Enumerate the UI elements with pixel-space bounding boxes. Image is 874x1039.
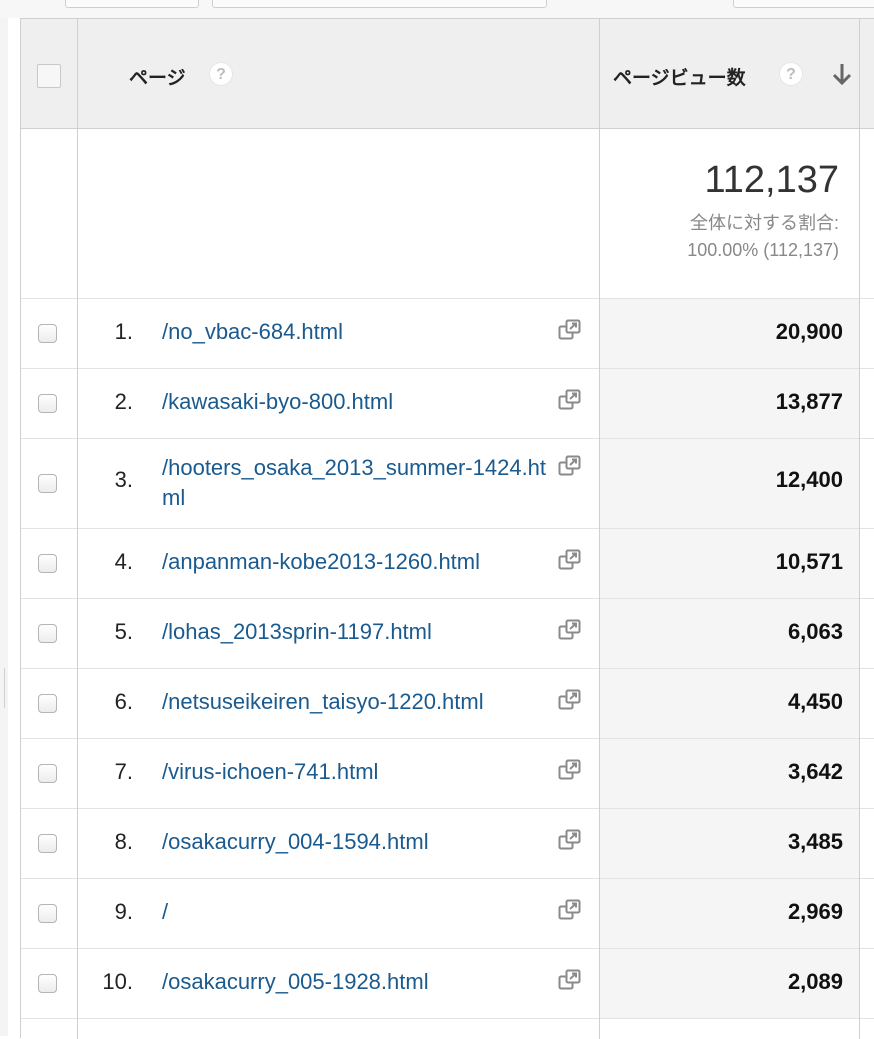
table-row: 9. / 2,969 (21, 879, 874, 949)
open-in-new-window-icon[interactable] (558, 759, 582, 781)
row-rank: 9. (114, 899, 133, 924)
open-in-new-window-icon[interactable] (558, 899, 582, 921)
table-header: ページ ? ページビュー数 ? (21, 19, 874, 129)
toolbar-button[interactable] (212, 0, 547, 8)
table-row: 3. /hooters_osaka_2013_summer-1424.html 12… (21, 439, 874, 529)
pageviews-value: 6,063 (787, 619, 843, 644)
pageviews-value: 20,900 (775, 319, 843, 344)
row-checkbox[interactable] (38, 834, 57, 853)
table-row: 2. /kawasaki-byo-800.html 13,877 (21, 369, 874, 439)
open-in-new-window-icon[interactable] (558, 319, 582, 341)
column-header-page[interactable]: ページ (129, 63, 186, 90)
pageviews-value: 3,642 (787, 759, 843, 784)
column-header-pageviews[interactable]: ページビュー数 (613, 63, 746, 90)
share-value: 100.00% (112,137) (687, 240, 839, 260)
page-link[interactable]: /anpanman-kobe2013-1260.html (162, 547, 552, 577)
toolbar-button[interactable] (733, 0, 874, 8)
share-label: 全体に対する割合: (689, 213, 839, 233)
row-rank: 3. (114, 467, 133, 492)
table-row: 4. /anpanman-kobe2013-1260.html 10,571 (21, 529, 874, 599)
row-checkbox[interactable] (38, 624, 57, 643)
open-in-new-window-icon[interactable] (558, 969, 582, 991)
row-checkbox[interactable] (38, 324, 57, 343)
page-link[interactable]: /lohas_2013sprin-1197.html (162, 617, 552, 647)
row-checkbox[interactable] (38, 554, 57, 573)
row-rank: 10. (102, 969, 133, 994)
help-circle-icon[interactable]: ? (209, 62, 233, 86)
table-row: 8. /osakacurry_004-1594.html 3,485 (21, 809, 874, 879)
row-rank: 5. (114, 619, 133, 644)
totals-row: 112,137 全体に対する割合: 100.00% (112,137) (21, 129, 874, 299)
top-toolbar (0, 0, 874, 18)
row-checkbox[interactable] (38, 694, 57, 713)
pageviews-value: 3,485 (787, 829, 843, 854)
pageviews-value: 2,969 (787, 899, 843, 924)
page-link[interactable]: /osakacurry_004-1594.html (162, 827, 552, 857)
table-row: 10. /osakacurry_005-1928.html 2,089 (21, 949, 874, 1019)
table-row: 6. /netsuseikeiren_taisyo-1220.html 4,450 (21, 669, 874, 739)
open-in-new-window-icon[interactable] (558, 549, 582, 571)
page-link[interactable]: /kawasaki-byo-800.html (162, 387, 552, 417)
pageviews-value: 4,450 (787, 689, 843, 714)
pageviews-value: 2,089 (787, 969, 843, 994)
table-row: 5. /lohas_2013sprin-1197.html 6,063 (21, 599, 874, 669)
pageviews-value: 13,877 (775, 389, 843, 414)
open-in-new-window-icon[interactable] (558, 389, 582, 411)
select-all-checkbox[interactable] (37, 64, 61, 88)
table-row: 1. /no_vbac-684.html 20,900 (21, 299, 874, 369)
row-checkbox[interactable] (38, 474, 57, 493)
page-link[interactable]: /netsuseikeiren_taisyo-1220.html (162, 687, 552, 717)
page-link[interactable]: /virus-ichoen-741.html (162, 757, 552, 787)
row-rank: 6. (114, 689, 133, 714)
page-link[interactable]: / (162, 897, 552, 927)
total-pageviews: 112,137 (704, 159, 839, 201)
open-in-new-window-icon[interactable] (558, 829, 582, 851)
toolbar-button[interactable] (65, 0, 199, 8)
open-in-new-window-icon[interactable] (558, 689, 582, 711)
pageviews-value: 12,400 (775, 467, 843, 492)
table-row: 7. /virus-ichoen-741.html 3,642 (21, 739, 874, 809)
help-circle-icon[interactable]: ? (779, 62, 803, 86)
row-checkbox[interactable] (38, 764, 57, 783)
row-checkbox[interactable] (38, 394, 57, 413)
pageviews-value: 10,571 (775, 549, 843, 574)
open-in-new-window-icon[interactable] (558, 619, 582, 641)
row-rank: 7. (114, 759, 133, 784)
open-in-new-window-icon[interactable] (558, 455, 582, 477)
row-checkbox[interactable] (38, 974, 57, 993)
report-table: ページ ? ページビュー数 ? 112,137 全体に対する割合: 100.00… (20, 18, 874, 1039)
page-link[interactable]: /osakacurry_005-1928.html (162, 967, 552, 997)
row-rank: 2. (114, 389, 133, 414)
row-rank: 4. (114, 549, 133, 574)
row-checkbox[interactable] (38, 904, 57, 923)
page-link[interactable]: /hooters_osaka_2013_summer-1424.html (162, 453, 552, 513)
page-link[interactable]: /no_vbac-684.html (162, 317, 552, 347)
left-panel-edge (0, 18, 8, 1036)
row-rank: 1. (114, 319, 133, 344)
arrow-down-icon[interactable] (831, 59, 853, 89)
row-rank: 8. (114, 829, 133, 854)
